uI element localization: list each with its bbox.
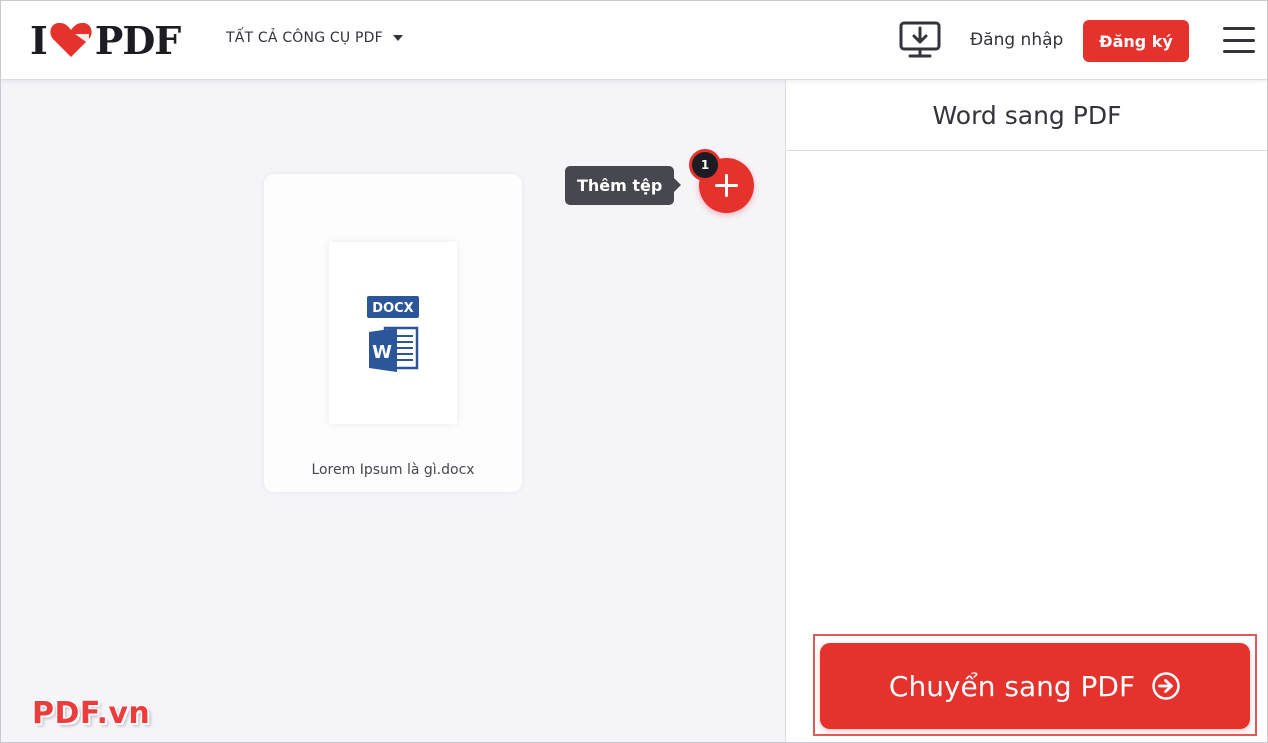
convert-to-pdf-button[interactable]: Chuyển sang PDF (820, 643, 1250, 729)
top-navbar: I PDF TẤT CẢ CÔNG CỤ PDF Đăng nhập Đăng … (0, 0, 1268, 80)
all-tools-dropdown[interactable]: TẤT CẢ CÔNG CỤ PDF (226, 30, 403, 46)
svg-text:W: W (372, 342, 392, 363)
file-thumbnail: DOCX W (329, 242, 457, 424)
arrow-right-circle-icon (1152, 672, 1180, 700)
hamburger-line (1223, 27, 1255, 30)
heart-icon (50, 22, 92, 57)
caret-down-icon (392, 35, 403, 41)
ilovepdf-logo[interactable]: I PDF (30, 17, 182, 63)
word-docx-icon: DOCX W (367, 296, 419, 372)
file-card[interactable]: DOCX W Lorem Ipsum là gì.docx (264, 174, 522, 492)
docx-type-label: DOCX (372, 301, 413, 316)
watermark-logo: PDF.vn (32, 696, 151, 731)
file-name: Lorem Ipsum là gì.docx (311, 462, 475, 478)
hamburger-line (1223, 38, 1255, 42)
login-link[interactable]: Đăng nhập (970, 30, 1063, 50)
options-sidebar: Word sang PDF Chuyển sang PDF (785, 80, 1268, 743)
file-workspace: DOCX W Lorem Ipsum là gì.docx Thêm tệp 1… (0, 80, 785, 743)
all-tools-label: TẤT CẢ CÔNG CỤ PDF (226, 30, 383, 46)
hamburger-line (1223, 50, 1255, 53)
logo-text-pdf: PDF (94, 17, 182, 63)
signup-button[interactable]: Đăng ký (1083, 20, 1189, 62)
hamburger-icon[interactable] (1223, 27, 1255, 53)
desktop-download-icon[interactable] (898, 20, 942, 60)
add-file-tooltip: Thêm tệp (565, 166, 682, 205)
tool-title: Word sang PDF (786, 80, 1268, 151)
convert-button-label: Chuyển sang PDF (888, 669, 1136, 703)
logo-text-i: I (30, 17, 48, 63)
file-count-badge: 1 (689, 149, 721, 181)
